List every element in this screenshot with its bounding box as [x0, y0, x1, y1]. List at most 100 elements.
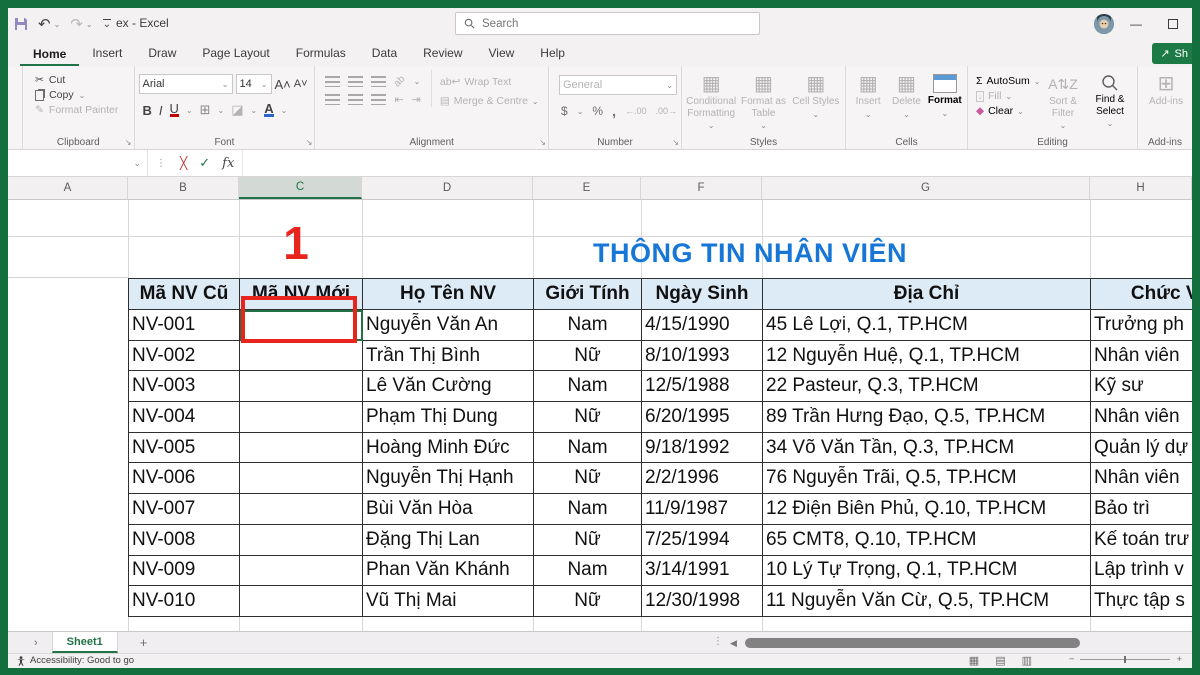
cell-old-code[interactable]: NV-004: [129, 402, 240, 433]
cell-dob[interactable]: 3/14/1991: [642, 556, 763, 587]
grow-font-button[interactable]: A˄: [275, 77, 291, 92]
cell-old-code[interactable]: NV-009: [129, 556, 240, 587]
cell-address[interactable]: 76 Nguyễn Trãi, Q.5, TP.HCM: [763, 463, 1091, 494]
cut-button[interactable]: ✂Cut: [35, 74, 129, 86]
cell-gender[interactable]: Nữ: [534, 525, 642, 556]
format-as-table-button[interactable]: ▦Format as Table⌄: [738, 74, 788, 130]
formula-input[interactable]: [242, 150, 1192, 176]
table-row[interactable]: NV-002 Trần Thị Bình Nữ 8/10/1993 12 Ngu…: [129, 341, 1192, 372]
share-button[interactable]: ↗Sh: [1152, 43, 1192, 64]
cell-name[interactable]: Hoàng Minh Đức: [363, 433, 534, 464]
autosum-button[interactable]: ΣAutoSum⌄: [976, 75, 1041, 87]
table-row[interactable]: NV-009 Phan Văn Khánh Nam 3/14/1991 10 L…: [129, 556, 1192, 587]
cell-address[interactable]: 89 Trần Hưng Đạo, Q.5, TP.HCM: [763, 402, 1091, 433]
col-header-g[interactable]: G: [762, 177, 1090, 199]
cell-position[interactable]: Thực tập s: [1091, 586, 1192, 617]
name-box[interactable]: ⌄: [8, 150, 148, 176]
cell-position[interactable]: Nhân viên: [1091, 463, 1192, 494]
cell-name[interactable]: Lê Văn Cường: [363, 371, 534, 402]
tab-help[interactable]: Help: [527, 42, 578, 66]
search-box[interactable]: [455, 12, 760, 35]
sheet-tab-sheet1[interactable]: Sheet1: [52, 632, 118, 653]
add-sheet-button[interactable]: +: [140, 635, 148, 650]
cell-old-code[interactable]: NV-008: [129, 525, 240, 556]
cell-address[interactable]: 11 Nguyễn Văn Cừ, Q.5, TP.HCM: [763, 586, 1091, 617]
tab-home[interactable]: Home: [20, 43, 79, 67]
cell-dob[interactable]: 6/20/1995: [642, 402, 763, 433]
cell-new-code[interactable]: [240, 463, 363, 494]
header-cell[interactable]: Ngày Sinh: [642, 279, 763, 310]
cell-address[interactable]: 10 Lý Tự Trọng, Q.1, TP.HCM: [763, 556, 1091, 587]
cell-new-code[interactable]: [240, 341, 363, 372]
col-header-f[interactable]: F: [641, 177, 762, 199]
tab-review[interactable]: Review: [410, 42, 475, 66]
borders-button[interactable]: ⊞: [200, 102, 211, 118]
restore-button[interactable]: [1168, 19, 1178, 29]
align-center-icon[interactable]: [348, 94, 363, 105]
redo-button[interactable]: ↷: [70, 17, 83, 32]
tab-view[interactable]: View: [476, 42, 528, 66]
table-row[interactable]: NV-004 Phạm Thị Dung Nữ 6/20/1995 89 Trầ…: [129, 402, 1192, 433]
horizontal-scrollbar-thumb[interactable]: [745, 638, 1080, 648]
cell-position[interactable]: Kỹ sư: [1091, 371, 1192, 402]
tab-data[interactable]: Data: [359, 42, 410, 66]
cell-position[interactable]: Bảo trì: [1091, 494, 1192, 525]
cell-name[interactable]: Phan Văn Khánh: [363, 556, 534, 587]
undo-button[interactable]: ↶: [38, 17, 51, 32]
search-input[interactable]: [456, 13, 759, 34]
cell-gender[interactable]: Nam: [534, 371, 642, 402]
format-cells-button[interactable]: Format⌄: [927, 74, 963, 119]
cell-name[interactable]: Phạm Thị Dung: [363, 402, 534, 433]
increase-decimal-button[interactable]: ←.00: [625, 106, 647, 116]
cell-old-code[interactable]: NV-005: [129, 433, 240, 464]
align-right-icon[interactable]: [371, 94, 386, 105]
alignment-dialog-launcher[interactable]: ↘: [539, 138, 546, 147]
col-header-a[interactable]: A: [8, 177, 128, 199]
italic-button[interactable]: I: [159, 103, 163, 118]
cell-gender[interactable]: Nữ: [534, 402, 642, 433]
col-header-c[interactable]: C: [239, 177, 362, 199]
scroll-left-icon[interactable]: ◀: [730, 638, 737, 649]
cell-address[interactable]: 12 Điện Biên Phủ, Q.10, TP.HCM: [763, 494, 1091, 525]
clipboard-dialog-launcher[interactable]: ↘: [125, 138, 132, 147]
cell-new-code[interactable]: [240, 402, 363, 433]
cell-old-code[interactable]: NV-003: [129, 371, 240, 402]
header-cell[interactable]: Giới Tính: [534, 279, 642, 310]
decrease-indent-icon[interactable]: ⇤: [394, 93, 403, 106]
cell-gender[interactable]: Nam: [534, 433, 642, 464]
zoom-in-button[interactable]: +: [1176, 654, 1182, 665]
cell-position[interactable]: Nhân viên: [1091, 402, 1192, 433]
cell-new-code[interactable]: [240, 586, 363, 617]
cell-gender[interactable]: Nam: [534, 310, 642, 341]
cell-old-code[interactable]: NV-007: [129, 494, 240, 525]
spreadsheet-grid[interactable]: THÔNG TIN NHÂN VIÊN Mã NV Cũ Mã NV Mới H…: [8, 200, 1192, 631]
cell-name[interactable]: Đặng Thị Lan: [363, 525, 534, 556]
cell-gender[interactable]: Nữ: [534, 586, 642, 617]
addins-button[interactable]: ⊞Add-ins: [1142, 70, 1190, 108]
cell-gender[interactable]: Nam: [534, 556, 642, 587]
cell-new-code[interactable]: [240, 525, 363, 556]
insert-cells-button[interactable]: ▦Insert⌄: [850, 74, 886, 119]
cell-name[interactable]: Nguyễn Văn An: [363, 310, 534, 341]
cell-name[interactable]: Bùi Văn Hòa: [363, 494, 534, 525]
cell-styles-button[interactable]: ▦Cell Styles⌄: [791, 74, 841, 130]
font-color-button[interactable]: A: [264, 103, 273, 117]
zoom-slider-thumb[interactable]: [1124, 656, 1126, 663]
cell-new-code[interactable]: [240, 494, 363, 525]
copy-button[interactable]: Copy⌄: [35, 89, 129, 101]
formula-bar-handle[interactable]: ⋮: [156, 158, 166, 169]
cell-dob[interactable]: 11/9/1987: [642, 494, 763, 525]
tab-formulas[interactable]: Formulas: [283, 42, 359, 66]
customize-qat-icon[interactable]: ⌄: [103, 19, 111, 30]
cell-dob[interactable]: 12/5/1988: [642, 371, 763, 402]
col-header-e[interactable]: E: [533, 177, 641, 199]
table-row[interactable]: NV-010 Vũ Thị Mai Nữ 12/30/1998 11 Nguyễ…: [129, 586, 1192, 617]
cell-old-code[interactable]: NV-010: [129, 586, 240, 617]
align-middle-icon[interactable]: [348, 76, 363, 87]
col-header-b[interactable]: B: [128, 177, 239, 199]
cell-position[interactable]: Nhân viên: [1091, 341, 1192, 372]
delete-cells-button[interactable]: ▦Delete⌄: [888, 74, 924, 119]
save-icon[interactable]: [14, 17, 28, 31]
table-row[interactable]: NV-005 Hoàng Minh Đức Nam 9/18/1992 34 V…: [129, 433, 1192, 464]
page-layout-view-icon[interactable]: ▤: [995, 654, 1005, 667]
